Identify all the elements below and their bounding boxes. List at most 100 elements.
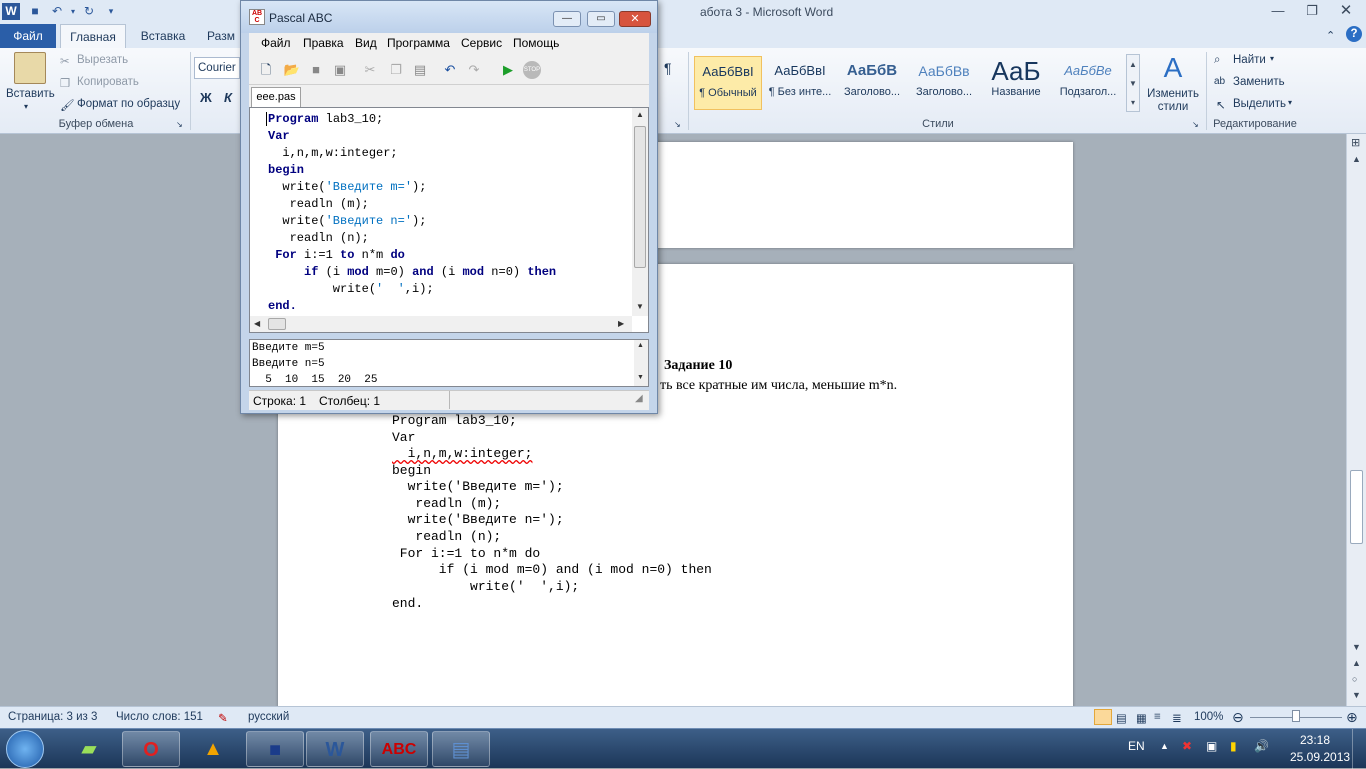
save-icon[interactable]: ■ bbox=[26, 3, 44, 20]
collapse-ribbon-icon[interactable]: ⌃ bbox=[1326, 29, 1335, 42]
copy-button[interactable]: Копировать bbox=[77, 76, 139, 88]
paragraph-launcher-icon[interactable]: ↘ bbox=[674, 120, 681, 129]
cut-button[interactable]: Вырезать bbox=[77, 54, 128, 66]
paste-dropdown-icon[interactable]: ▾ bbox=[24, 102, 28, 111]
show-paragraph-marks-button[interactable]: ¶ bbox=[664, 60, 672, 76]
bold-button[interactable]: Ж bbox=[200, 90, 212, 105]
document-vertical-scrollbar[interactable]: ⊞ ▲ ▼ ▲ ○ ▼ bbox=[1346, 134, 1366, 706]
find-button[interactable]: Найти bbox=[1233, 54, 1266, 66]
zoom-in-icon[interactable]: ⊕ bbox=[1346, 709, 1358, 726]
style-subtitle[interactable]: АаБбВе Подзагол... bbox=[1054, 56, 1122, 110]
tab-page-layout[interactable]: Разм bbox=[202, 24, 240, 48]
new-file-icon[interactable]: 🗋 bbox=[257, 61, 275, 79]
font-name-field[interactable]: Courier bbox=[194, 57, 240, 79]
next-page-icon[interactable]: ▼ bbox=[1352, 690, 1361, 700]
paste-icon[interactable] bbox=[14, 52, 46, 84]
scroll-up-icon[interactable]: ▲ bbox=[636, 110, 644, 119]
scroll-down-icon[interactable]: ▼ bbox=[636, 302, 644, 311]
repeat-icon[interactable]: ↻ bbox=[80, 3, 98, 20]
scroll-thumb[interactable] bbox=[268, 318, 286, 330]
style-title[interactable]: АаБ Название bbox=[982, 56, 1050, 110]
menu-edit[interactable]: Правка bbox=[303, 36, 344, 50]
run-icon[interactable]: ▶ bbox=[499, 61, 517, 79]
italic-button[interactable]: К bbox=[224, 90, 232, 105]
language-indicator[interactable]: русский bbox=[248, 711, 289, 723]
resize-grip-icon[interactable]: ◢ bbox=[635, 393, 643, 404]
editor-vertical-scrollbar[interactable]: ▲ ▼ bbox=[632, 108, 648, 316]
opera-icon[interactable]: O bbox=[122, 731, 180, 767]
style-heading-1[interactable]: АаБбВ Заголово... bbox=[838, 56, 906, 110]
show-hidden-icons[interactable]: ▲ bbox=[1160, 741, 1169, 751]
editor-horizontal-scrollbar[interactable]: ◀ ▶ bbox=[250, 316, 632, 332]
output-scrollbar[interactable]: ▲ ▼ bbox=[634, 340, 648, 386]
style-normal[interactable]: АаБбВвI ¶ Обычный bbox=[694, 56, 762, 110]
draft-view-icon[interactable]: ≣ bbox=[1172, 711, 1182, 725]
full-screen-view-icon[interactable]: ▤ bbox=[1116, 711, 1127, 725]
clock-time[interactable]: 23:18 bbox=[1300, 733, 1330, 747]
ruler-toggle-icon[interactable]: ⊞ bbox=[1351, 136, 1360, 149]
previous-page-icon[interactable]: ▲ bbox=[1352, 658, 1361, 668]
page-count[interactable]: Страница: 3 из 3 bbox=[8, 711, 97, 723]
input-language[interactable]: EN bbox=[1128, 739, 1145, 753]
tab-file[interactable]: Файл bbox=[0, 24, 56, 48]
menu-help[interactable]: Помощь bbox=[513, 36, 559, 50]
menu-file[interactable]: Файл bbox=[261, 36, 291, 50]
outline-view-icon[interactable]: ≡ bbox=[1154, 711, 1161, 723]
clock-date[interactable]: 25.09.2013 bbox=[1290, 750, 1350, 764]
pascal-taskbar-icon[interactable]: ABC bbox=[370, 731, 428, 767]
zoom-slider-thumb[interactable] bbox=[1292, 710, 1300, 722]
pascal-maximize-button[interactable]: ▭ bbox=[587, 11, 615, 27]
stop-icon[interactable]: STOP bbox=[523, 61, 541, 79]
paste-button[interactable]: Вставить bbox=[6, 88, 55, 100]
web-layout-view-icon[interactable]: ▦ bbox=[1136, 711, 1147, 725]
start-button[interactable] bbox=[6, 730, 44, 768]
undo-icon[interactable]: ↶ bbox=[441, 61, 459, 79]
select-button[interactable]: Выделить bbox=[1233, 98, 1286, 110]
word-taskbar-icon[interactable]: W bbox=[306, 731, 364, 767]
scroll-left-icon[interactable]: ◀ bbox=[254, 319, 260, 328]
browse-object-icon[interactable]: ○ bbox=[1352, 674, 1357, 684]
scroll-up-icon[interactable]: ▲ bbox=[637, 342, 644, 349]
scroll-up-icon[interactable]: ▲ bbox=[1352, 154, 1361, 164]
pascal-minimize-button[interactable]: — bbox=[553, 11, 581, 27]
zoom-out-icon[interactable]: ⊖ bbox=[1232, 709, 1244, 726]
word-count[interactable]: Число слов: 151 bbox=[116, 711, 203, 723]
style-no-spacing[interactable]: АаБбВвI ¶ Без инте... bbox=[766, 56, 834, 110]
zoom-level[interactable]: 100% bbox=[1194, 711, 1223, 723]
restore-button[interactable]: ❐ bbox=[1298, 2, 1326, 20]
pascal-close-button[interactable]: ✕ bbox=[619, 11, 651, 27]
copy-icon[interactable]: ❐ bbox=[387, 61, 405, 79]
cut-icon[interactable]: ✂ bbox=[361, 61, 379, 79]
print-layout-view-icon[interactable] bbox=[1094, 709, 1112, 725]
save-utility-icon[interactable]: ■ bbox=[246, 731, 304, 767]
help-icon[interactable]: ? bbox=[1346, 26, 1362, 42]
menu-service[interactable]: Сервис bbox=[461, 36, 502, 50]
change-styles-button[interactable]: Изменить стили bbox=[1146, 88, 1200, 114]
word-app-icon[interactable]: W bbox=[2, 3, 20, 20]
open-file-icon[interactable]: 📂 bbox=[283, 61, 301, 79]
scroll-right-icon[interactable]: ▶ bbox=[618, 319, 624, 328]
signal-icon[interactable]: ▮ bbox=[1230, 739, 1237, 753]
volume-icon[interactable]: 🔊 bbox=[1254, 739, 1269, 753]
scroll-thumb[interactable] bbox=[634, 126, 646, 268]
taskbar-app-icon[interactable]: ▰ bbox=[60, 731, 118, 767]
styles-launcher-icon[interactable]: ↘ bbox=[1192, 120, 1199, 129]
style-heading-2[interactable]: АаБбВв Заголово... bbox=[910, 56, 978, 110]
document-taskbar-icon[interactable]: ▤ bbox=[432, 731, 490, 767]
show-desktop-button[interactable] bbox=[1352, 729, 1366, 769]
tab-insert[interactable]: Вставка bbox=[132, 24, 194, 48]
proofing-icon[interactable]: ✎ bbox=[218, 711, 228, 725]
format-painter-button[interactable]: Формат по образцу bbox=[77, 98, 180, 110]
redo-icon[interactable]: ↷ bbox=[465, 61, 483, 79]
menu-program[interactable]: Программа bbox=[387, 36, 450, 50]
save-file-icon[interactable]: ■ bbox=[307, 61, 325, 79]
scroll-down-icon[interactable]: ▼ bbox=[1352, 642, 1361, 652]
close-button[interactable]: ✕ bbox=[1332, 2, 1360, 20]
find-dropdown-icon[interactable]: ▾ bbox=[1270, 54, 1274, 63]
replace-button[interactable]: Заменить bbox=[1233, 76, 1285, 88]
tab-home[interactable]: Главная bbox=[60, 24, 126, 48]
customize-quick-access-icon[interactable]: ▾ bbox=[102, 3, 120, 20]
minimize-button[interactable]: — bbox=[1264, 2, 1292, 20]
code-editor[interactable]: Program lab3_10; Var i,n,m,w:integer; be… bbox=[249, 107, 649, 333]
scroll-thumb[interactable] bbox=[1350, 470, 1363, 544]
